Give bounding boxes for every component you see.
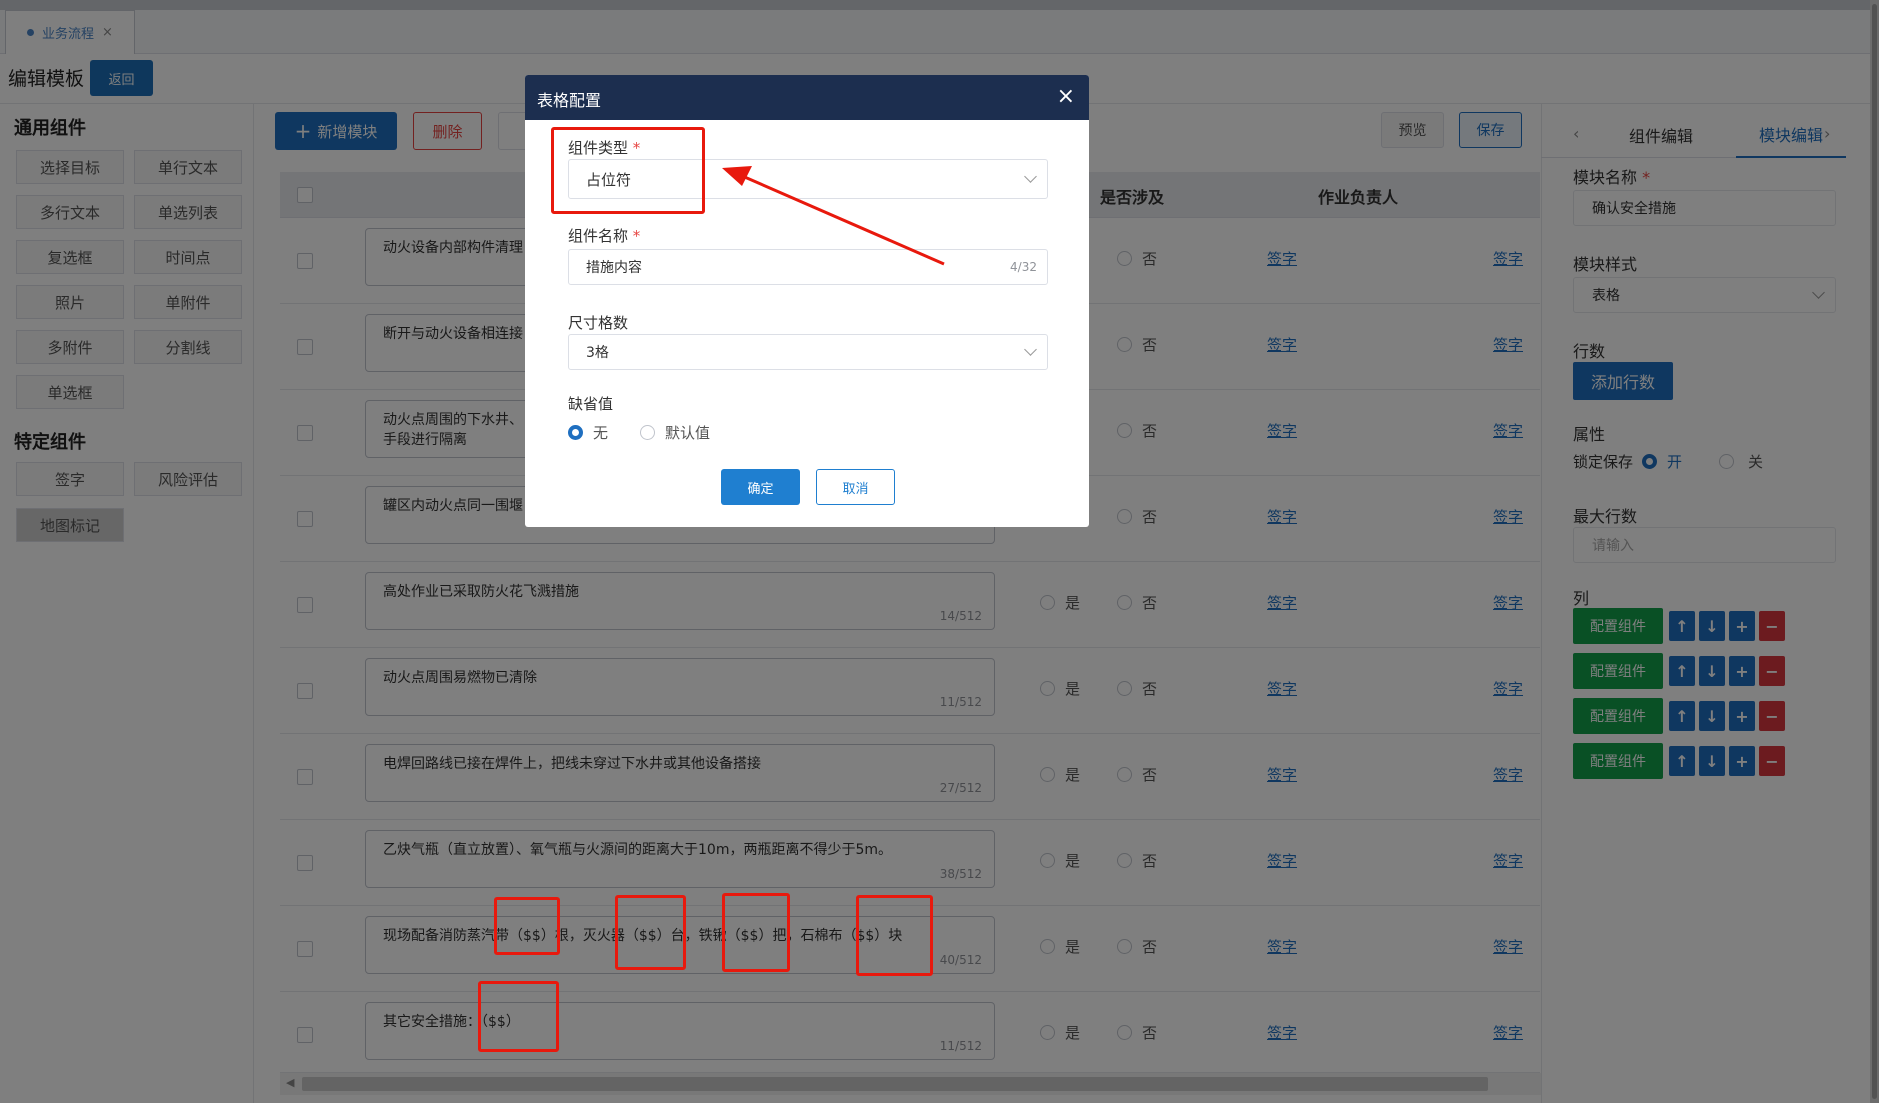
- annotation-arrow: [722, 166, 945, 266]
